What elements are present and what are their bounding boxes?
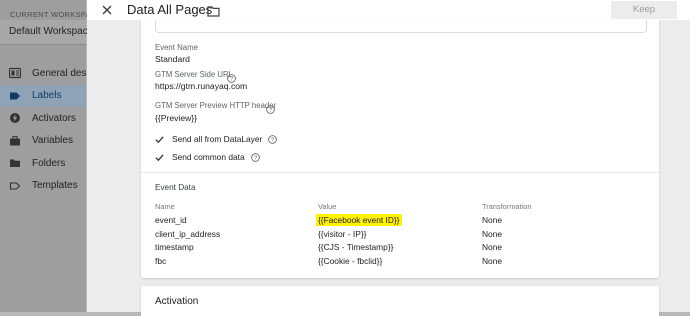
preview-header-value[interactable]: {{Preview}} bbox=[155, 113, 197, 123]
sidebar-item-label: Variables bbox=[32, 135, 73, 147]
column-header-name: Name bbox=[155, 202, 175, 211]
send-datalayer-label: Send all from DataLayer bbox=[172, 134, 263, 144]
row-name: timestamp bbox=[155, 242, 194, 252]
row-transformation: None bbox=[482, 229, 503, 239]
label-icon bbox=[9, 90, 21, 102]
divider bbox=[141, 172, 659, 173]
sidebar-item-label: Activators bbox=[32, 112, 76, 124]
send-common-data-label: Send common data bbox=[172, 152, 245, 162]
event-data-title: Event Data bbox=[155, 183, 196, 192]
row-name: fbc bbox=[155, 256, 167, 266]
checkmark-icon bbox=[155, 153, 164, 162]
sidebar-nav: General descr Labels Activators Variable… bbox=[0, 62, 95, 198]
label-outline-icon bbox=[9, 180, 21, 192]
row-transformation: None bbox=[482, 242, 503, 252]
sidebar-item-label: Templates bbox=[32, 180, 78, 192]
sidebar-item-folders[interactable]: Folders bbox=[0, 152, 86, 175]
help-icon[interactable]: ? bbox=[266, 101, 275, 114]
sidebar-item-label: General descr bbox=[32, 67, 95, 79]
page-title: Data All Pages bbox=[127, 2, 213, 17]
send-common-data-checkbox[interactable]: Send common data ? bbox=[155, 151, 260, 163]
send-datalayer-checkbox[interactable]: Send all from DataLayer ? bbox=[155, 133, 278, 145]
sidebar-item-labels[interactable]: Labels bbox=[0, 84, 86, 107]
sidebar: CURRENT WORKSPACE Default Workspace Gene… bbox=[0, 0, 102, 312]
workspace-name: Default Workspace bbox=[9, 26, 94, 37]
sidebar-item-general-description[interactable]: General descr bbox=[0, 62, 95, 85]
row-transformation: None bbox=[482, 215, 503, 225]
tag-configuration-card: Event Name Standard GTM Server Side URL … bbox=[141, 20, 659, 278]
sidebar-item-templates[interactable]: Templates bbox=[0, 175, 86, 198]
sidebar-item-activators[interactable]: Activators bbox=[0, 107, 86, 130]
event-name-value[interactable]: Standard bbox=[155, 54, 190, 64]
briefcase-icon bbox=[9, 135, 21, 147]
preview-header-label: GTM Server Preview HTTP header bbox=[155, 101, 277, 110]
row-value: {{Cookie - fbclid}} bbox=[318, 256, 383, 266]
server-url-label: GTM Server Side URL bbox=[155, 70, 233, 79]
close-icon[interactable] bbox=[100, 3, 114, 17]
activation-title: Activation bbox=[155, 296, 199, 307]
checkmark-icon bbox=[155, 135, 164, 144]
sidebar-item-label: Folders bbox=[32, 157, 66, 169]
row-name: event_id bbox=[155, 215, 187, 225]
row-value-highlighted: {{Facebook event ID}} bbox=[316, 214, 402, 226]
folder-icon[interactable] bbox=[207, 4, 220, 17]
info-icon bbox=[9, 67, 21, 79]
folder-icon bbox=[9, 157, 21, 169]
column-header-value: Value bbox=[318, 202, 337, 211]
keep-button[interactable]: Keep bbox=[611, 1, 677, 19]
help-icon[interactable]: ? bbox=[250, 152, 260, 162]
row-name: client_ip_address bbox=[155, 229, 221, 239]
row-value: {{CJS - Timestamp}} bbox=[318, 242, 394, 252]
sidebar-item-label: Labels bbox=[32, 90, 62, 102]
sheet-header: Data All Pages Keep bbox=[87, 0, 690, 20]
row-transformation: None bbox=[482, 256, 503, 266]
column-header-transformation: Transformation bbox=[482, 202, 532, 211]
workspace-selector[interactable]: Default Workspace bbox=[0, 20, 93, 45]
event-name-label: Event Name bbox=[155, 43, 198, 52]
help-icon[interactable]: ? bbox=[268, 134, 278, 144]
tag-type-box[interactable] bbox=[155, 20, 647, 33]
help-icon[interactable]: ? bbox=[227, 70, 236, 83]
tag-editor-sheet: Data All Pages Keep Event Name Standard … bbox=[87, 0, 690, 316]
bolt-icon bbox=[9, 112, 21, 124]
server-url-value[interactable]: https://gtm.runayaq.com bbox=[155, 81, 247, 91]
row-value: {{visitor - IP}} bbox=[318, 229, 367, 239]
sidebar-item-variables[interactable]: Variables bbox=[0, 130, 86, 153]
